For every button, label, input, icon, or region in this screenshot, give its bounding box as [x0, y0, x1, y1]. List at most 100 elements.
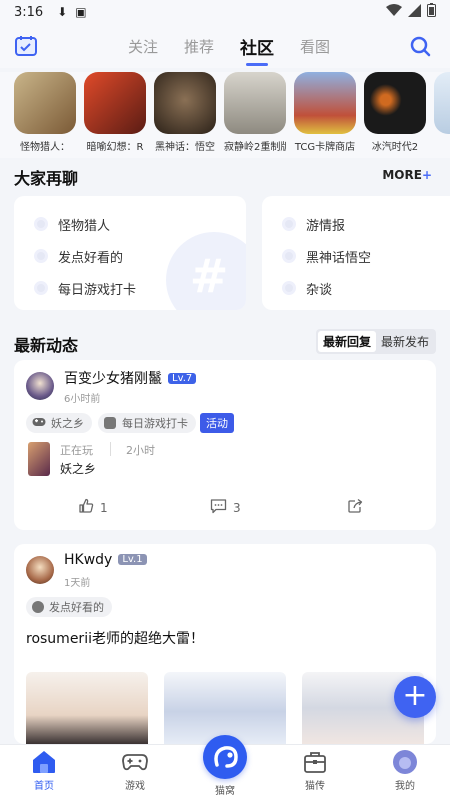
game-shortcut-row: 怪物猎人： 暗喻幻想：R 黑神话：悟空 寂静岭2重制版 TCG卡牌商店 冰汽时代… [0, 72, 450, 158]
game-name: 冰汽时代2 [371, 142, 419, 153]
bottom-tab-games[interactable]: 游戏 [105, 749, 165, 792]
game-name: 寂静岭2重制版 [224, 142, 286, 153]
tab-bar: 关注 推荐 社区 看图 [128, 24, 330, 68]
share-icon [347, 498, 370, 517]
calendar-icon[interactable] [14, 34, 38, 58]
avatar[interactable] [26, 372, 54, 400]
like-count: 1 [100, 500, 108, 515]
bottom-tab-maowo[interactable] [203, 735, 247, 779]
download-icon: ⬇ [57, 5, 68, 19]
game-name: 黑神话：悟空 [155, 142, 215, 153]
topic-label: 怪物猎人 [58, 218, 111, 234]
topic-tag-chip[interactable]: 发点好看的 [26, 597, 112, 617]
playing-duration: 2小时 [126, 444, 155, 457]
game-shortcut[interactable]: 黑神话：悟空 [154, 72, 216, 158]
comment-icon [210, 498, 233, 517]
topic-label: 每日游戏打卡 [58, 282, 137, 298]
bottom-tab-label: 首页 [34, 781, 54, 792]
game-cover [294, 72, 356, 134]
gamepad-icon [121, 749, 149, 775]
more-link[interactable]: MORE+ [382, 168, 432, 182]
feed-section-title: 最新动态 [14, 336, 79, 355]
game-shortcut[interactable]: 寂静岭2重制版 [224, 72, 286, 158]
share-button[interactable] [347, 498, 370, 517]
topic-card-left: 怪物猎人 发点好看的 每日游戏打卡 # [14, 196, 246, 310]
topic-dot-icon [282, 249, 296, 263]
post-username[interactable]: 百变少女猪刚鬣 Lv.7 [64, 368, 197, 388]
bottom-tab-profile[interactable]: 我的 [375, 749, 435, 792]
game-cover [84, 72, 146, 134]
cat-nest-icon [203, 746, 247, 783]
topic-item[interactable]: 黑神话悟空 [282, 240, 442, 272]
compose-button[interactable]: + [394, 676, 436, 718]
post-username[interactable]: HKwdy Lv.1 [64, 552, 147, 568]
topic-card-right: 游情报 黑神话悟空 杂谈 [262, 196, 450, 310]
profile-avatar [391, 749, 419, 775]
status-bar: 3:16 ⬇ ▣ [0, 0, 450, 24]
game-cover [224, 72, 286, 134]
username-text: 百变少女猪刚鬣 [64, 371, 162, 387]
post-time: 6小时前 [64, 394, 101, 405]
sort-latest-reply[interactable]: 最新回复 [317, 331, 376, 352]
game-shortcut[interactable]: 怪物猎人： [14, 72, 76, 158]
post-image[interactable] [26, 672, 148, 744]
like-button[interactable]: 1 [78, 498, 108, 517]
wifi-icon [386, 4, 402, 20]
game-shortcut[interactable]: 冰汽时代2 [364, 72, 426, 158]
sort-toggle: 最新回复 最新发布 [315, 329, 436, 354]
search-icon[interactable] [408, 34, 432, 58]
tab-pictures[interactable]: 看图 [300, 36, 330, 57]
topic-label: 黑神话悟空 [306, 250, 372, 266]
topic-dot-icon [282, 281, 296, 295]
toolbox-icon [301, 749, 329, 775]
more-plus-icon: + [421, 168, 432, 182]
bottom-tab-label: 我的 [395, 781, 415, 792]
game-shortcut[interactable]: TCG卡牌商店 [294, 72, 356, 158]
top-nav: 关注 推荐 社区 看图 [0, 24, 450, 68]
topic-item[interactable]: 杂谈 [282, 272, 442, 304]
tab-community[interactable]: 社区 [240, 34, 274, 59]
comment-button[interactable]: 3 [210, 498, 241, 517]
game-name: 怪物猎人： [20, 142, 70, 153]
tab-recommend[interactable]: 推荐 [184, 36, 214, 57]
bottom-tab-label: 猫窝 [215, 786, 235, 797]
game-shortcut[interactable]: 暗喻幻想：R [84, 72, 146, 158]
topic-tag-chip[interactable]: 每日游戏打卡 [98, 413, 196, 433]
divider [110, 442, 111, 456]
topic-dot-icon [282, 217, 296, 231]
level-badge: Lv.1 [118, 554, 147, 565]
status-time: 3:16 [14, 4, 44, 20]
playing-game[interactable]: 妖之乡 [60, 460, 96, 477]
avatar[interactable] [26, 556, 54, 584]
topic-dot-icon [34, 217, 48, 231]
tab-following[interactable]: 关注 [128, 36, 158, 57]
topic-dot-icon [32, 601, 44, 613]
sort-latest-post[interactable]: 最新发布 [376, 331, 434, 352]
more-link-label: MORE [382, 168, 422, 182]
topic-item[interactable]: 游情报 [282, 208, 442, 240]
game-shortcut[interactable]: 下一 [434, 72, 450, 158]
chat-section-title: 大家再聊 [14, 169, 79, 188]
game-name: TCG卡牌商店 [294, 142, 356, 153]
playing-label: 正在玩 [60, 444, 93, 457]
username-text: HKwdy [64, 552, 113, 568]
bottom-tab-label: 猫传 [305, 781, 325, 792]
game-name: 暗喻幻想：R [86, 142, 144, 153]
comment-count: 3 [233, 500, 241, 515]
post-image[interactable] [164, 672, 286, 744]
bottom-tab-label: 游戏 [125, 781, 145, 792]
post-card[interactable]: HKwdy Lv.1 1天前 发点好看的 rosumerii老师的超绝大雷！ [14, 544, 436, 744]
thumbs-up-icon [78, 498, 100, 517]
signal-icon [408, 3, 421, 21]
tag-label: 每日游戏打卡 [122, 417, 188, 430]
bottom-tab-home[interactable]: 首页 [14, 749, 74, 792]
checkbox-icon [104, 417, 116, 429]
gamepad-icon [32, 417, 46, 430]
game-thumbnail[interactable] [28, 442, 50, 476]
battery-icon [427, 3, 436, 21]
game-cover [364, 72, 426, 134]
post-text: rosumerii老师的超绝大雷！ [26, 631, 204, 647]
game-tag-chip[interactable]: 妖之乡 [26, 413, 92, 433]
post-card[interactable]: 百变少女猪刚鬣 Lv.7 6小时前 妖之乡 每日游戏打卡 活动 正在玩 2小时 妖… [14, 360, 436, 530]
bottom-tab-maochuan[interactable]: 猫传 [285, 749, 345, 792]
